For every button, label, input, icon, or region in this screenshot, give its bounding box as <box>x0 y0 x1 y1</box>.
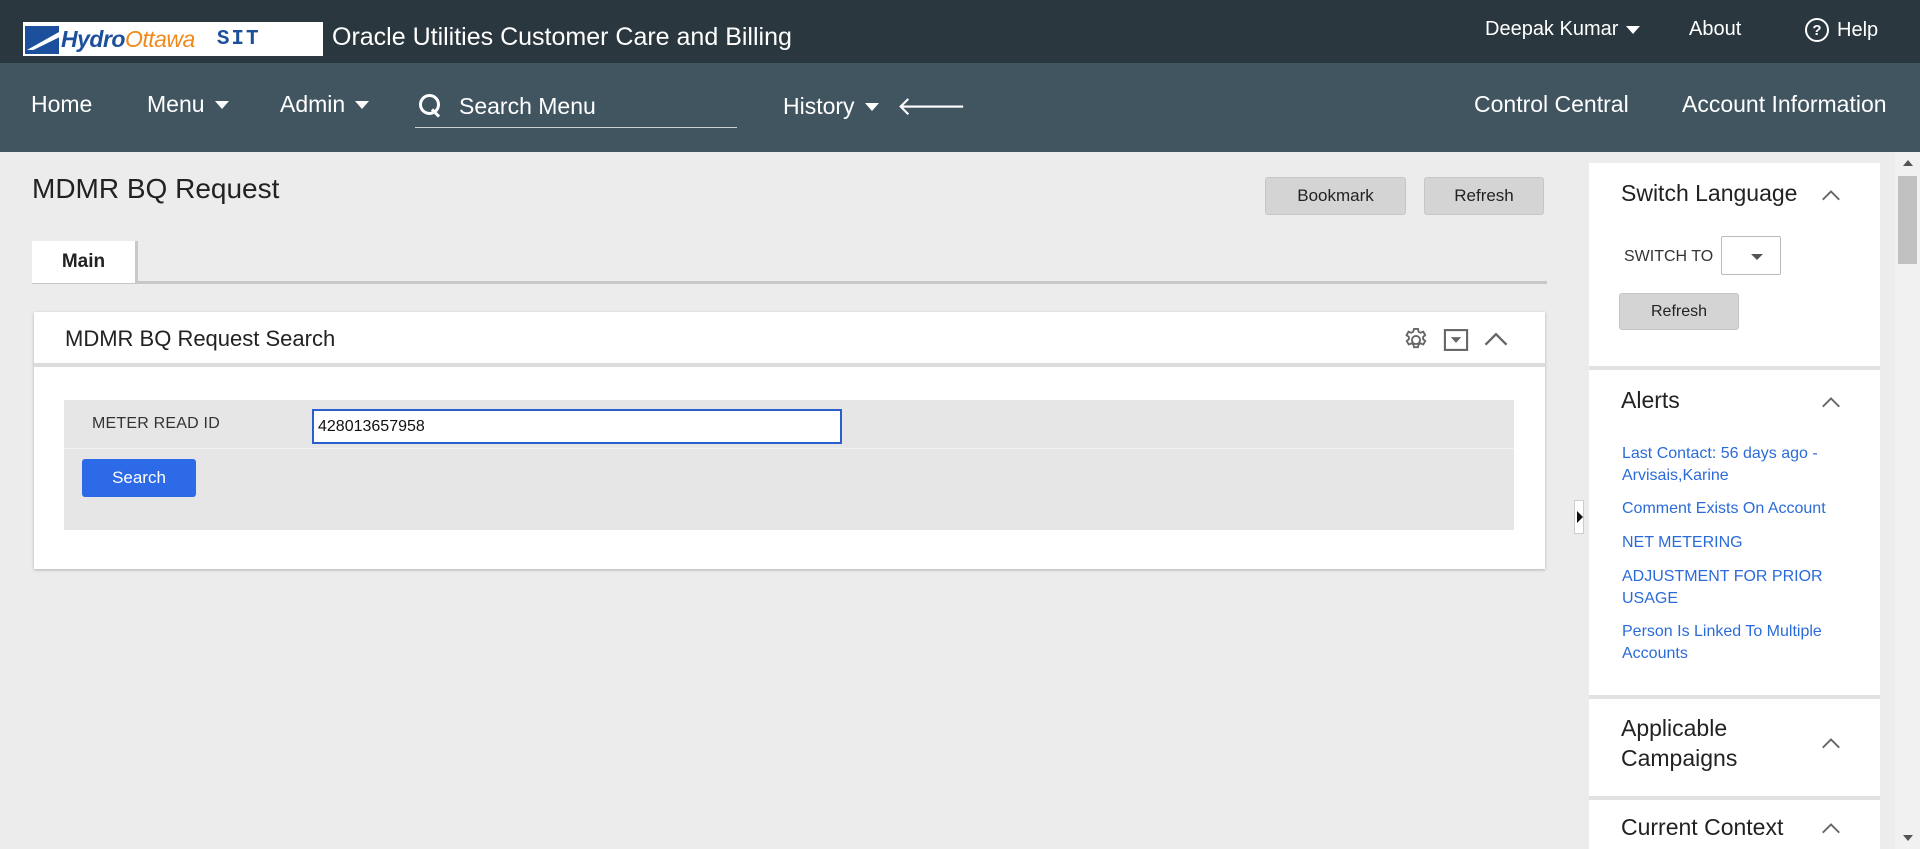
nav-history[interactable]: History 🡐 <box>783 91 966 122</box>
zone-title: MDMR BQ Request Search <box>65 326 336 351</box>
nav-admin[interactable]: Admin <box>280 91 370 118</box>
current-context-title: Current Context <box>1621 814 1784 840</box>
logo-mark-icon <box>23 22 61 56</box>
scrollbar-thumb[interactable] <box>1898 176 1917 264</box>
language-select[interactable] <box>1721 236 1781 275</box>
nav-menu[interactable]: Menu <box>147 91 229 118</box>
applicable-campaigns-title: Applicable Campaigns <box>1621 715 1738 771</box>
chevron-up-icon[interactable] <box>1820 392 1842 414</box>
meter-read-id-input[interactable] <box>312 409 842 444</box>
dashboard-collapse-handle[interactable] <box>1574 500 1584 534</box>
search-menu <box>415 85 737 128</box>
help-icon: ? <box>1805 18 1829 42</box>
logo-text-ottawa: Ottawa <box>124 25 195 52</box>
user-menu[interactable]: Deepak Kumar <box>1485 18 1641 41</box>
top-bar: Hydro Ottawa SIT Oracle Utilities Custom… <box>0 0 1920 63</box>
caret-down-icon <box>864 102 879 111</box>
help-label: Help <box>1837 18 1879 41</box>
logo-text-hydro: Hydro <box>61 25 125 52</box>
switch-language-portlet: Switch Language SWITCH TO Refresh <box>1589 163 1880 366</box>
user-name: Deepak Kumar <box>1485 18 1619 40</box>
scroll-up-arrow-icon[interactable] <box>1903 160 1913 166</box>
alert-link[interactable]: Person Is Linked To Multiple Accounts <box>1622 621 1862 665</box>
back-arrow-icon[interactable]: 🡐 <box>897 91 967 122</box>
nav-account-information[interactable]: Account Information <box>1682 91 1887 118</box>
current-context-portlet: Current Context <box>1589 800 1880 849</box>
caret-down-icon <box>1626 25 1641 34</box>
meter-read-id-label: METER READ ID <box>92 415 220 432</box>
switch-language-title: Switch Language <box>1621 180 1798 206</box>
page-title: MDMR BQ Request <box>32 173 280 204</box>
search-zone: MDMR BQ Request Search METER READ ID Sea… <box>34 312 1545 569</box>
chevron-up-icon[interactable] <box>1820 185 1842 207</box>
search-button[interactable]: Search <box>82 459 196 497</box>
alert-link[interactable]: ADJUSTMENT FOR PRIOR USAGE <box>1622 566 1862 610</box>
applicable-campaigns-portlet: Applicable Campaigns <box>1589 699 1880 796</box>
search-menu-input[interactable] <box>459 92 729 120</box>
caret-down-icon <box>214 100 229 109</box>
alert-link[interactable]: Last Contact: 56 days ago - Arvisais,Kar… <box>1622 443 1862 487</box>
help-link[interactable]: ? Help <box>1805 18 1878 42</box>
switch-to-label: SWITCH TO <box>1624 248 1714 265</box>
nav-control-central[interactable]: Control Central <box>1474 91 1629 118</box>
chevron-up-icon[interactable] <box>1482 326 1510 354</box>
caret-down-icon <box>355 100 370 109</box>
nav-menu-label: Menu <box>147 91 205 117</box>
search-icon[interactable] <box>417 93 443 119</box>
nav-bar: Home Menu Admin History 🡐 Control Centra… <box>0 63 1920 152</box>
alerts-title: Alerts <box>1621 387 1680 413</box>
chevron-up-icon[interactable] <box>1820 733 1842 755</box>
search-panel: METER READ ID Search <box>64 400 1514 530</box>
tab-strip: Main <box>32 241 1547 284</box>
refresh-button[interactable]: Refresh <box>1424 177 1544 215</box>
chevron-up-icon[interactable] <box>1820 818 1842 840</box>
dashboard: Switch Language SWITCH TO Refresh Alerts… <box>1589 163 1880 849</box>
hydro-ottawa-logo: Hydro Ottawa SIT <box>23 22 323 56</box>
nav-history-label: History <box>783 93 855 119</box>
alerts-portlet: Alerts Last Contact: 56 days ago - Arvis… <box>1589 370 1880 695</box>
bookmark-button[interactable]: Bookmark <box>1265 177 1406 215</box>
scroll-down-arrow-icon[interactable] <box>1903 835 1913 841</box>
app-title: Oracle Utilities Customer Care and Billi… <box>332 23 792 51</box>
nav-admin-label: Admin <box>280 91 346 117</box>
nav-home[interactable]: Home <box>31 91 92 118</box>
environment-label: SIT <box>216 27 261 51</box>
alert-link[interactable]: Comment Exists On Account <box>1622 498 1862 520</box>
language-refresh-button[interactable]: Refresh <box>1619 293 1739 330</box>
gear-icon[interactable] <box>1402 326 1430 354</box>
tab-main[interactable]: Main <box>32 241 138 283</box>
about-link[interactable]: About <box>1689 18 1741 41</box>
meter-read-id-row: METER READ ID <box>64 400 1514 449</box>
zone-header: MDMR BQ Request Search <box>34 312 1545 367</box>
alert-link[interactable]: NET METERING <box>1622 532 1862 554</box>
scrollbar[interactable] <box>1895 152 1920 849</box>
dropdown-box-icon[interactable] <box>1442 326 1470 354</box>
